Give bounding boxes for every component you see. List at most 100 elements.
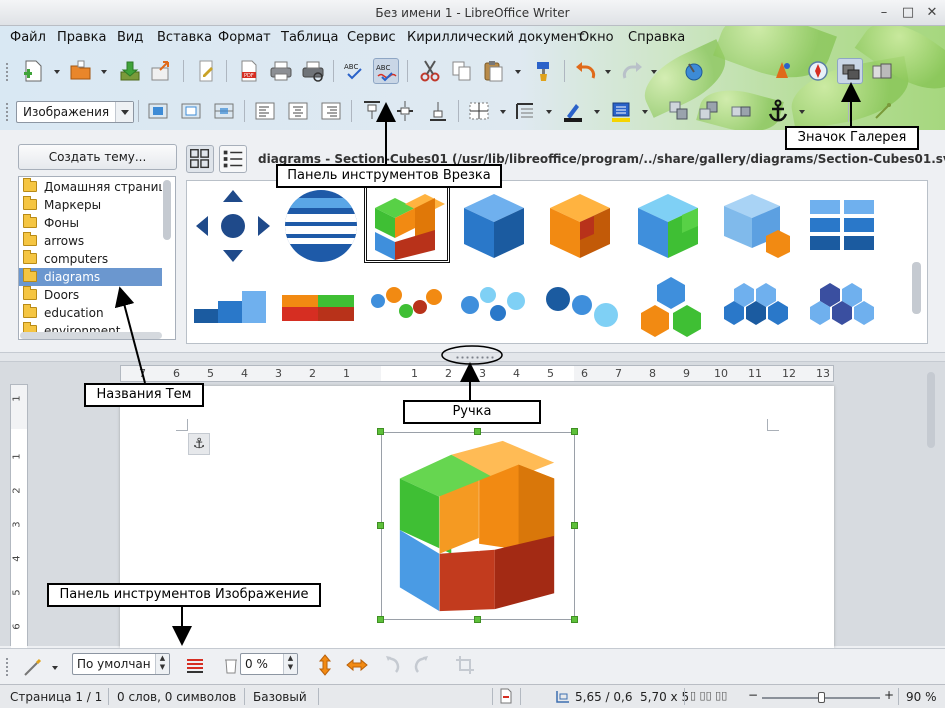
menu-file[interactable]: Файл: [10, 30, 46, 45]
copy-icon[interactable]: [449, 58, 475, 84]
export-icon[interactable]: [148, 58, 174, 84]
theme-item[interactable]: Doors: [19, 286, 162, 304]
paragraph-style-combobox[interactable]: Изображения: [16, 101, 134, 123]
cut-icon[interactable]: [417, 58, 443, 84]
new-dropdown-arrow[interactable]: [54, 70, 60, 74]
create-theme-button[interactable]: Создать тему...: [18, 144, 177, 170]
close-button[interactable]: ✕: [924, 5, 940, 21]
redo-dropdown-arrow[interactable]: [651, 70, 657, 74]
wrap-page-icon[interactable]: [178, 98, 204, 124]
handle-grip[interactable]: [455, 355, 495, 360]
toolbar-grip[interactable]: [5, 62, 9, 82]
bring-forward-icon[interactable]: [728, 98, 754, 124]
word-count[interactable]: 0 слов, 0 символов: [117, 690, 236, 704]
theme-item[interactable]: Фоны: [19, 214, 162, 232]
gallery-icon-view[interactable]: [186, 180, 928, 344]
borders-dropdown-arrow[interactable]: [500, 110, 506, 114]
crop-icon[interactable]: [452, 652, 478, 678]
resize-handle[interactable]: [474, 428, 481, 435]
theme-item[interactable]: computers: [19, 250, 162, 268]
gallery-item-striped-circle[interactable]: [278, 186, 364, 266]
gallery-item-blue-hexagons[interactable]: [714, 271, 800, 343]
gallery-item-purple-hexagons[interactable]: [802, 271, 888, 343]
gallery-item-blue-green-cubes[interactable]: [628, 186, 714, 266]
align-center-icon[interactable]: [285, 98, 311, 124]
menu-tools[interactable]: Сервис: [347, 30, 396, 45]
edit-document-icon[interactable]: [194, 58, 220, 84]
theme-list-scrollbar[interactable]: [162, 178, 172, 324]
rotate-right-icon[interactable]: [410, 652, 436, 678]
anchor-marker-icon[interactable]: ⚓: [188, 433, 210, 455]
gallery-item-blue-cubes[interactable]: [454, 186, 540, 266]
data-sources-icon[interactable]: [869, 58, 895, 84]
flip-horizontal-icon[interactable]: [344, 652, 370, 678]
anchor-icon[interactable]: [765, 98, 791, 124]
align-bottom-icon[interactable]: [425, 98, 451, 124]
resize-handle[interactable]: [571, 428, 578, 435]
graphics-mode-combobox[interactable]: По умолчан ▲ ▼: [72, 653, 170, 675]
document-modified-icon[interactable]: [500, 688, 512, 707]
view-layout-icons[interactable]: ▯ ▯▯ ▯▯: [690, 689, 727, 702]
menu-help[interactable]: Справка: [628, 30, 685, 45]
inserted-image-frame[interactable]: [381, 432, 575, 620]
save-icon[interactable]: [117, 58, 143, 84]
gallery-icon[interactable]: [837, 58, 863, 84]
gallery-item-section-cubes-01[interactable]: [364, 183, 450, 263]
theme-item[interactable]: education: [19, 304, 162, 322]
gallery-item-orange-cubes[interactable]: [540, 186, 626, 266]
border-style-dropdown-arrow[interactable]: [546, 110, 552, 114]
gallery-item-red-green-blocks[interactable]: [278, 271, 364, 343]
frame-properties-icon[interactable]: [870, 98, 896, 124]
redo-icon[interactable]: [619, 58, 645, 84]
detail-view-button[interactable]: [219, 145, 247, 173]
clone-formatting-icon[interactable]: [531, 58, 557, 84]
gallery-item-hexagon-cluster[interactable]: [628, 271, 714, 343]
paste-icon[interactable]: [481, 58, 507, 84]
wrap-through-icon[interactable]: [211, 98, 237, 124]
align-middle-icon[interactable]: [392, 98, 418, 124]
print-icon[interactable]: [268, 58, 294, 84]
toolbar-grip[interactable]: [5, 102, 9, 122]
wrap-off-icon[interactable]: [145, 98, 171, 124]
background-color-dropdown-arrow[interactable]: [642, 110, 648, 114]
rotate-left-icon[interactable]: [378, 652, 404, 678]
background-color-icon[interactable]: [608, 98, 634, 124]
border-color-dropdown-arrow[interactable]: [594, 110, 600, 114]
resize-handle[interactable]: [571, 616, 578, 623]
zoom-slider-thumb[interactable]: [818, 692, 825, 703]
resize-handle[interactable]: [377, 522, 384, 529]
scrollbar-thumb[interactable]: [927, 372, 935, 448]
zoom-level[interactable]: 90 %: [906, 690, 937, 704]
open-dropdown-arrow[interactable]: [101, 70, 107, 74]
gallery-item-blue-gears[interactable]: [454, 271, 540, 343]
anchor-dropdown-arrow[interactable]: [799, 110, 805, 114]
resize-handle[interactable]: [474, 616, 481, 623]
icon-view-button[interactable]: [186, 145, 214, 173]
filter-icon[interactable]: [20, 654, 46, 680]
theme-item[interactable]: arrows: [19, 232, 162, 250]
resize-handle[interactable]: [571, 522, 578, 529]
spellcheck-icon[interactable]: ABC: [342, 58, 368, 84]
theme-list[interactable]: Домашняя страница Маркеры Фоны arrows co…: [18, 176, 176, 340]
new-document-icon[interactable]: [20, 58, 46, 84]
align-right-icon[interactable]: [318, 98, 344, 124]
scrollbar-thumb[interactable]: [163, 180, 171, 240]
border-color-icon[interactable]: [560, 98, 586, 124]
navigator-icon[interactable]: [681, 58, 707, 84]
chevron-down-icon[interactable]: [115, 102, 133, 122]
horizontal-ruler[interactable]: 7 6 5 4 3 2 1 1 2 3 4 5 6 7 8 9 10 11 12…: [120, 365, 834, 382]
gallery-item-blue-gears-row[interactable]: [540, 271, 626, 343]
open-folder-icon[interactable]: [68, 58, 94, 84]
align-top-icon[interactable]: [359, 98, 385, 124]
gallery-resize-handle[interactable]: [0, 352, 945, 362]
align-left-icon[interactable]: [252, 98, 278, 124]
document-scrollbar[interactable]: [926, 372, 936, 642]
flip-vertical-icon[interactable]: [312, 652, 338, 678]
gallery-item-transparent-cubes[interactable]: [714, 186, 800, 266]
menu-table[interactable]: Таблица: [281, 30, 339, 45]
spin-arrows-icon[interactable]: ▲ ▼: [283, 654, 297, 674]
maximize-button[interactable]: □: [900, 5, 916, 21]
zoom-out-button[interactable]: −: [748, 688, 758, 702]
menu-cyrillic-document[interactable]: Кириллический документ: [407, 30, 585, 45]
gallery-scrollbar-thumb[interactable]: [912, 262, 921, 314]
